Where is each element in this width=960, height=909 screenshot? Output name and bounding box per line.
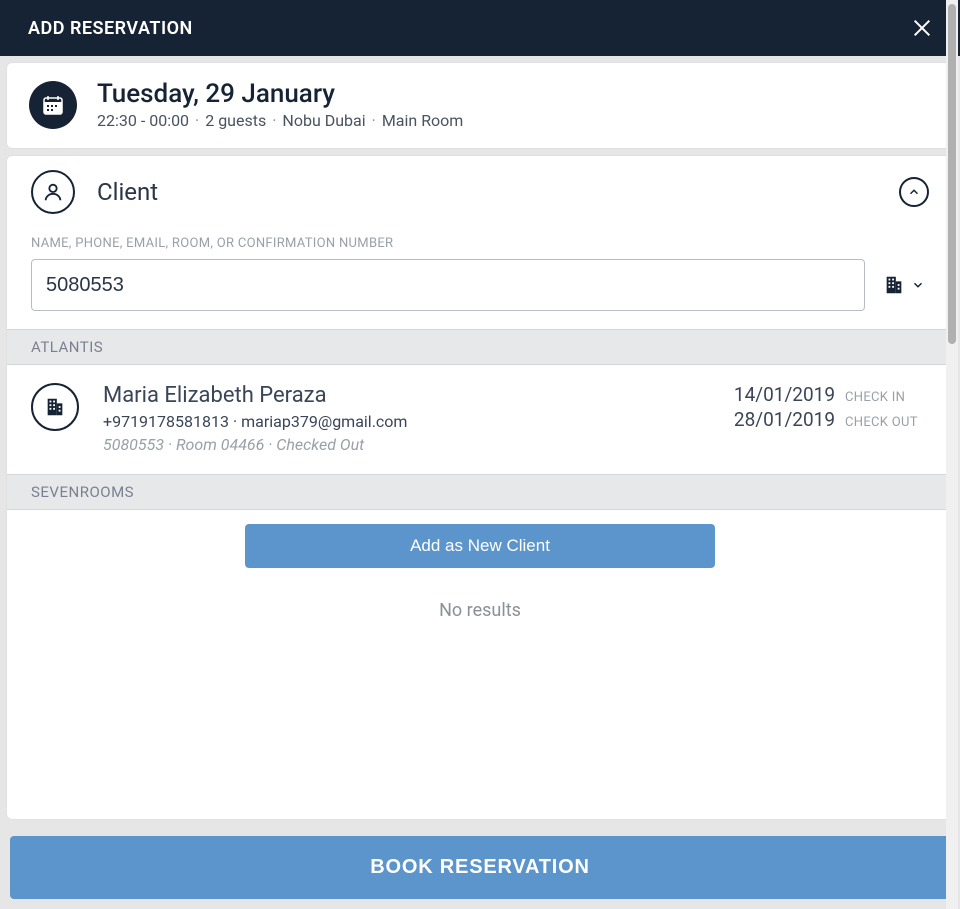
client-search-input[interactable] bbox=[31, 259, 865, 311]
close-icon bbox=[911, 17, 933, 39]
result-group-header: ATLANTIS bbox=[7, 329, 953, 365]
reservation-date: Tuesday, 29 January bbox=[97, 79, 463, 109]
check-in-date: 14/01/2019 bbox=[734, 383, 835, 406]
source-filter-dropdown[interactable] bbox=[879, 270, 929, 300]
modal-header: ADD RESERVATION bbox=[0, 0, 960, 56]
scrollbar-thumb[interactable] bbox=[948, 4, 956, 344]
person-icon bbox=[31, 170, 75, 214]
client-contact: +9719178581813 · mariap379@gmail.com bbox=[103, 412, 407, 431]
check-out-label: CHECK OUT bbox=[845, 415, 929, 430]
modal-title: ADD RESERVATION bbox=[28, 18, 193, 39]
add-reservation-modal: ADD RESERVATION Tuesday, 29 January 22:3… bbox=[0, 0, 960, 909]
calendar-icon bbox=[29, 81, 77, 129]
scrollbar-track[interactable] bbox=[946, 0, 958, 909]
client-name: Maria Elizabeth Peraza bbox=[103, 383, 407, 408]
add-new-client-button[interactable]: Add as New Client bbox=[245, 524, 715, 568]
book-reservation-button[interactable]: BOOK RESERVATION bbox=[10, 836, 950, 899]
reservation-meta: 22:30 - 00:00·2 guests·Nobu Dubai·Main R… bbox=[97, 111, 463, 130]
client-section: Client NAME, PHONE, EMAIL, ROOM, OR CONF… bbox=[6, 155, 954, 820]
client-result-row[interactable]: Maria Elizabeth Peraza +9719178581813 · … bbox=[7, 365, 953, 474]
collapse-toggle[interactable] bbox=[899, 177, 929, 207]
no-results-text: No results bbox=[7, 588, 953, 641]
result-group-header: SEVENROOMS bbox=[7, 474, 953, 510]
client-stay-info: 5080553 · Room 04466 · Checked Out bbox=[103, 435, 407, 454]
hotel-icon bbox=[31, 383, 79, 431]
client-section-title: Client bbox=[97, 178, 158, 206]
close-button[interactable] bbox=[908, 14, 936, 42]
chevron-up-icon bbox=[907, 185, 921, 199]
search-label: NAME, PHONE, EMAIL, ROOM, OR CONFIRMATIO… bbox=[31, 236, 929, 251]
check-out-date: 28/01/2019 bbox=[734, 408, 835, 431]
building-icon bbox=[883, 274, 905, 296]
chevron-down-icon bbox=[911, 278, 925, 292]
check-in-label: CHECK IN bbox=[845, 390, 929, 405]
reservation-summary[interactable]: Tuesday, 29 January 22:30 - 00:00·2 gues… bbox=[6, 62, 954, 149]
